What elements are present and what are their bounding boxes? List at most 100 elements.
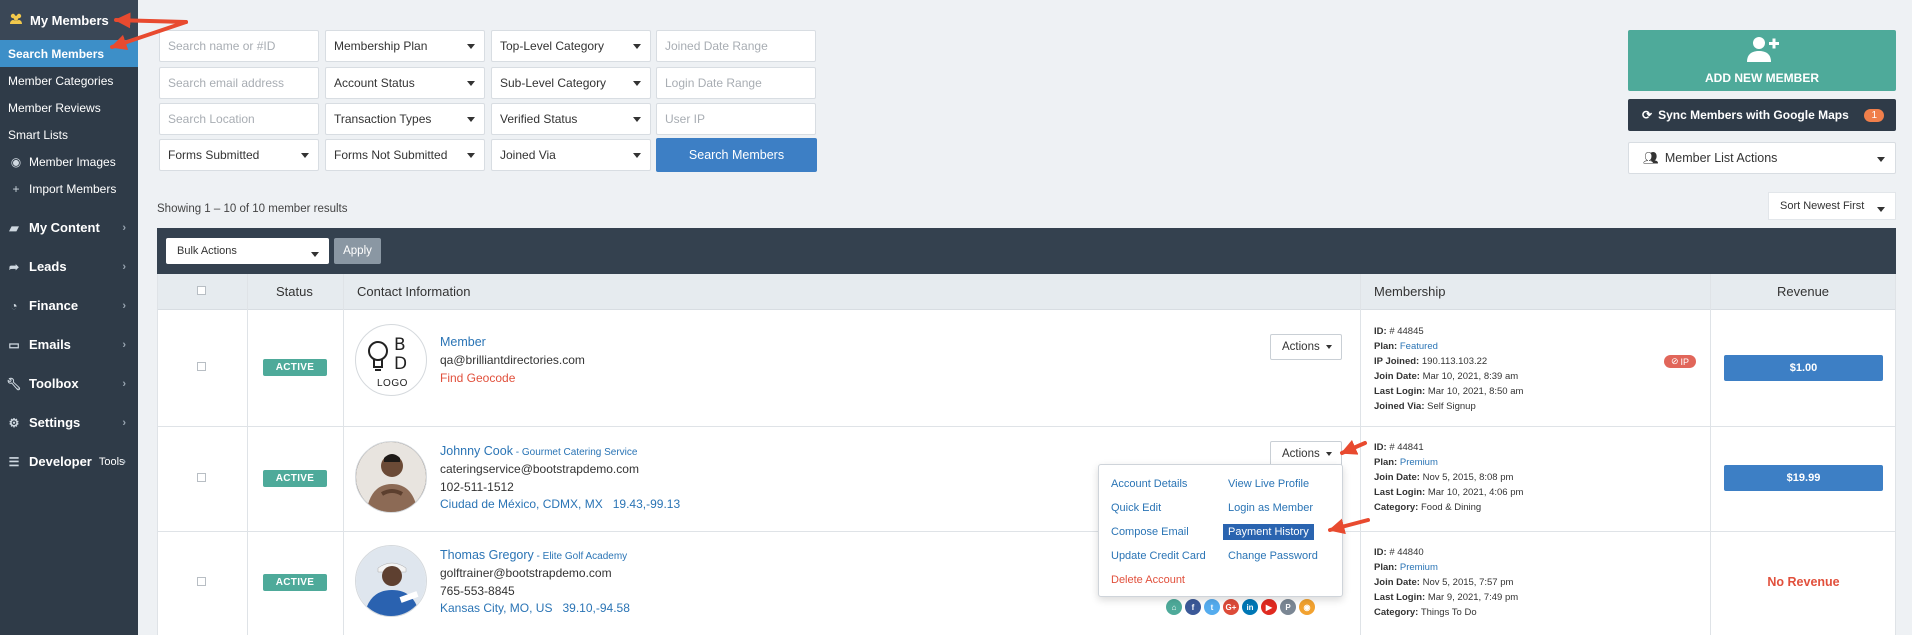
joined-date-range-input[interactable]: Joined Date Range	[656, 30, 816, 62]
sidebar-item-emails[interactable]: ▭ Emails ›	[0, 325, 138, 364]
row-checkbox[interactable]	[197, 473, 206, 482]
sidebar-item-label: Member Images	[29, 154, 116, 169]
member-list-actions-dropdown[interactable]: 👥︎ Member List Actions	[1628, 142, 1896, 174]
plan-link[interactable]: Premium	[1400, 457, 1438, 468]
caret-down-icon	[311, 252, 319, 257]
sync-google-maps-button[interactable]: ⟳ Sync Members with Google Maps 1	[1628, 99, 1896, 131]
gear-icon: ⚙	[8, 415, 20, 430]
column-membership[interactable]: Membership	[1374, 284, 1446, 299]
search-location-input[interactable]: Search Location	[159, 103, 319, 135]
ip-badge[interactable]: ⊘ IP	[1664, 355, 1696, 368]
search-email-input[interactable]: Search email address	[159, 67, 319, 99]
sidebar-item-member-reviews[interactable]: Member Reviews	[0, 94, 138, 121]
sidebar-item-developer-tools[interactable]: ☰ Developer Tools ›	[0, 442, 138, 481]
bulk-actions-select[interactable]: Bulk Actions	[166, 238, 329, 264]
sort-select[interactable]: Sort Newest First	[1768, 192, 1896, 220]
label: Last Login:	[1374, 592, 1426, 603]
linkedin-icon[interactable]: in	[1242, 599, 1258, 615]
member-location-link[interactable]: Ciudad de México, CDMX, MX 19.43,-99.13	[440, 497, 680, 511]
column-divider	[343, 274, 344, 635]
menu-item-account-details[interactable]: Account Details	[1106, 476, 1192, 492]
column-revenue[interactable]: Revenue	[1777, 284, 1829, 299]
rss-icon[interactable]: ◉	[1299, 599, 1315, 615]
sidebar-header-my-members[interactable]: My Members	[0, 0, 138, 40]
user-ip-input[interactable]: User IP	[656, 103, 816, 135]
select-all-checkbox[interactable]	[197, 286, 206, 295]
sort-label: Sort Newest First	[1780, 200, 1865, 212]
caret-down-icon	[1877, 157, 1885, 162]
avatar[interactable]: B D LOGO	[355, 324, 427, 396]
revenue-button[interactable]: $19.99	[1724, 465, 1883, 491]
member-name: Johnny Cook	[440, 444, 513, 458]
caret-down-icon	[633, 117, 641, 122]
sidebar-item-my-content[interactable]: ▰ My Content ›	[0, 208, 138, 247]
column-status[interactable]: Status	[276, 284, 313, 299]
member-phone[interactable]: 102-511-1512	[440, 480, 514, 494]
member-phone[interactable]: 765-553-8845	[440, 584, 515, 598]
member-name-link[interactable]: Johnny Cook - Gourmet Catering Service	[440, 444, 637, 458]
sidebar-item-label: Emails	[29, 337, 71, 352]
row-checkbox[interactable]	[197, 577, 206, 586]
sidebar-item-smart-lists[interactable]: Smart Lists	[0, 121, 138, 148]
apply-button[interactable]: Apply	[334, 238, 381, 264]
member-location-link[interactable]: Kansas City, MO, US 39.10,-94.58	[440, 601, 630, 615]
plan-link[interactable]: Featured	[1400, 341, 1438, 352]
actions-label: Actions	[1282, 448, 1320, 460]
home-icon[interactable]: ⌂	[1166, 599, 1182, 615]
add-new-member-button[interactable]: ADD NEW MEMBER	[1628, 30, 1896, 91]
pinterest-icon[interactable]: P	[1280, 599, 1296, 615]
account-status-select[interactable]: Account Status	[325, 67, 485, 99]
logo-label: LOGO	[377, 378, 408, 389]
google-plus-icon[interactable]: G+	[1223, 599, 1239, 615]
avatar[interactable]	[355, 545, 427, 617]
sidebar-item-label: Search Members	[8, 46, 105, 61]
plan-link[interactable]: Premium	[1400, 562, 1438, 573]
menu-item-view-live-profile[interactable]: View Live Profile	[1223, 476, 1314, 492]
menu-item-payment-history[interactable]: Payment History	[1223, 524, 1314, 540]
forms-not-submitted-select[interactable]: Forms Not Submitted	[325, 139, 485, 171]
member-name-link[interactable]: Member	[440, 335, 486, 349]
label: Joined Via:	[1374, 401, 1425, 412]
menu-item-change-password[interactable]: Change Password	[1223, 548, 1323, 564]
row-checkbox[interactable]	[197, 362, 206, 371]
chevron-right-icon: ›	[122, 455, 126, 468]
ban-icon: ⊘	[1670, 356, 1679, 366]
verified-status-select[interactable]: Verified Status	[491, 103, 651, 135]
facebook-icon[interactable]: f	[1185, 599, 1201, 615]
sub-category-select[interactable]: Sub-Level Category	[491, 67, 651, 99]
menu-item-update-credit-card[interactable]: Update Credit Card	[1106, 548, 1211, 564]
search-members-button[interactable]: Search Members	[656, 138, 817, 172]
find-geocode-link[interactable]: Find Geocode	[440, 371, 515, 385]
youtube-icon[interactable]: ▶	[1261, 599, 1277, 615]
sidebar-item-member-categories[interactable]: Member Categories	[0, 67, 138, 94]
column-divider	[1895, 274, 1896, 635]
top-category-select[interactable]: Top-Level Category	[491, 30, 651, 62]
menu-item-delete-account[interactable]: Delete Account	[1106, 572, 1190, 588]
search-name-input[interactable]: Search name or #ID	[159, 30, 319, 62]
menu-item-quick-edit[interactable]: Quick Edit	[1106, 500, 1166, 516]
sidebar-item-import-members[interactable]: + Import Members	[0, 175, 138, 202]
membership-plan-select[interactable]: Membership Plan	[325, 30, 485, 62]
menu-item-login-as-member[interactable]: Login as Member	[1223, 500, 1318, 516]
sidebar-item-leads[interactable]: ➦ Leads ›	[0, 247, 138, 286]
sidebar-item-member-images[interactable]: ◉ Member Images	[0, 148, 138, 175]
sidebar-item-settings[interactable]: ⚙ Settings ›	[0, 403, 138, 442]
sidebar-item-finance[interactable]: ◔ Finance ›	[0, 286, 138, 325]
twitter-icon[interactable]: t	[1204, 599, 1220, 615]
member-email[interactable]: qa@brilliantdirectories.com	[440, 353, 585, 367]
member-email[interactable]: golftrainer@bootstrapdemo.com	[440, 566, 612, 580]
menu-item-compose-email[interactable]: Compose Email	[1106, 524, 1194, 540]
forms-submitted-select[interactable]: Forms Submitted	[159, 139, 319, 171]
column-contact[interactable]: Contact Information	[357, 284, 470, 299]
member-name-link[interactable]: Thomas Gregory - Elite Golf Academy	[440, 548, 627, 562]
actions-button[interactable]: Actions	[1270, 334, 1342, 360]
member-email[interactable]: cateringservice@bootstrapdemo.com	[440, 462, 639, 476]
transaction-types-select[interactable]: Transaction Types	[325, 103, 485, 135]
sidebar-item-search-members[interactable]: Search Members	[0, 40, 138, 67]
login-date-range-input[interactable]: Login Date Range	[656, 67, 816, 99]
joined-via-select[interactable]: Joined Via	[491, 139, 651, 171]
sidebar-item-toolbox[interactable]: 🔧︎ Toolbox ›	[0, 364, 138, 403]
revenue-button[interactable]: $1.00	[1724, 355, 1883, 381]
avatar[interactable]	[355, 441, 427, 513]
user-circle-icon: ◉	[10, 154, 22, 169]
